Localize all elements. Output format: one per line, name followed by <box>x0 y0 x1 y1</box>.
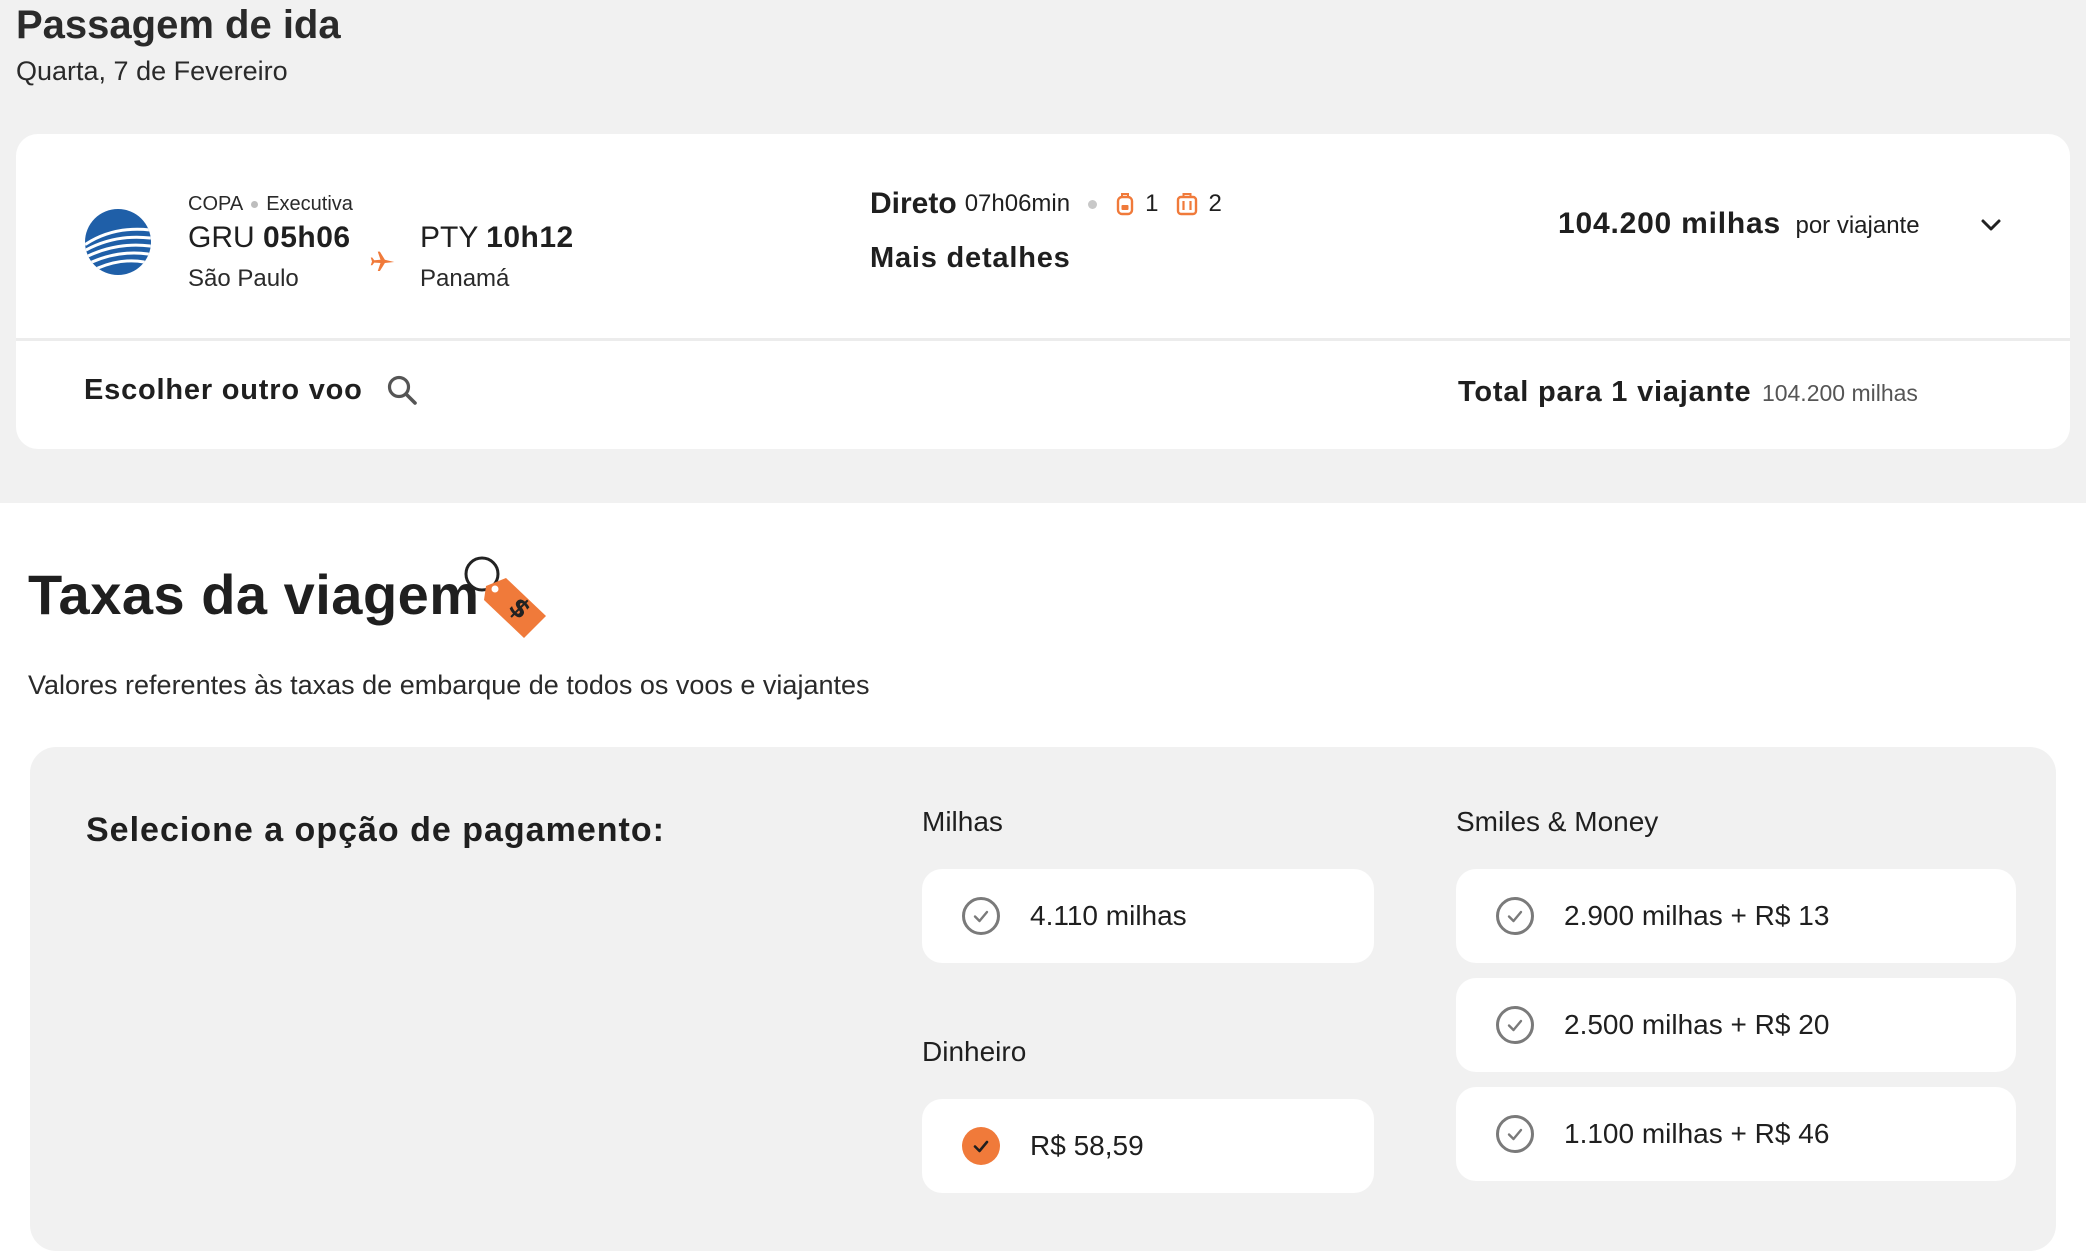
payment-option-label: 1.100 milhas + R$ 46 <box>1564 1118 1830 1149</box>
checked-bags-count: 2 <box>1208 190 1222 217</box>
departure-time: 05h06 <box>263 221 351 254</box>
miles-group-label: Milhas <box>922 806 1003 837</box>
payment-option-smiles-money-2[interactable]: 2.500 milhas + R$ 20 <box>1456 978 2016 1072</box>
payment-option-label: 2.500 milhas + R$ 20 <box>1564 1009 1830 1040</box>
unchecked-check-icon <box>1496 1006 1534 1044</box>
fees-description: Valores referentes às taxas de embarque … <box>28 670 870 700</box>
money-group-label: Dinheiro <box>922 1036 1027 1067</box>
flight-summary: Direto 07h06min 1 2 <box>870 186 1240 222</box>
total-label: Total para 1 viajante <box>1458 376 1752 408</box>
smiles-money-group-label: Smiles & Money <box>1456 806 1659 837</box>
more-details-link[interactable]: Mais detalhes <box>870 240 1071 276</box>
destination-segment: PTY 10h12 <box>420 220 574 256</box>
total-value: 104.200 milhas <box>1761 380 1918 406</box>
destination-code: PTY <box>420 221 478 254</box>
origin-city: São Paulo <box>188 265 299 292</box>
payment-options-panel: Selecione a opção de pagamento: Milhas 4… <box>30 747 2056 1251</box>
fees-title: Taxas da viagem <box>28 563 480 626</box>
stops-label: Direto <box>870 187 957 220</box>
backpack-icon <box>1116 193 1134 216</box>
suitcase-icon <box>1177 193 1198 216</box>
checked-check-icon <box>962 1127 1000 1165</box>
payment-option-label: 2.900 milhas + R$ 13 <box>1564 900 1830 931</box>
copa-airline-logo <box>85 209 151 275</box>
chevron-down-icon[interactable] <box>1974 208 2008 242</box>
price-unit: por viajante <box>1795 212 1920 239</box>
page-title: Passagem de ida <box>16 3 341 47</box>
airline-name: COPA <box>188 193 244 215</box>
origin-code: GRU <box>188 221 255 254</box>
payment-option-smiles-money-1[interactable]: 2.900 milhas + R$ 13 <box>1456 869 2016 963</box>
arrival-time: 10h12 <box>486 221 574 254</box>
search-icon <box>387 375 417 405</box>
separator-dot <box>251 201 259 209</box>
price-value: 104.200 milhas <box>1558 207 1782 240</box>
payment-option-label: 4.110 milhas <box>1030 900 1187 931</box>
choose-other-flight-button[interactable]: Escolher outro voo <box>84 372 419 408</box>
payment-option-smiles-money-3[interactable]: 1.100 milhas + R$ 46 <box>1456 1087 2016 1181</box>
price-per-traveler: 104.200 milhas por viajante <box>1558 204 1920 249</box>
carry-on-info: 1 <box>1115 186 1158 222</box>
cabin-class: Executiva <box>266 193 353 215</box>
separator-dot <box>1088 199 1098 209</box>
payment-option-money[interactable]: R$ 58,59 <box>922 1099 1374 1193</box>
choose-other-flight-label: Escolher outro voo <box>84 374 363 406</box>
flight-date: Quarta, 7 de Fevereiro <box>16 56 288 86</box>
total-price: Total para 1 viajante 104.200 milhas <box>1458 374 1918 415</box>
payment-prompt: Selecione a opção de pagamento: <box>86 811 665 849</box>
price-tag-icon: $ <box>464 556 546 638</box>
unchecked-check-icon <box>1496 897 1534 935</box>
origin-segment: GRU 05h06 <box>188 220 351 256</box>
card-divider <box>16 338 2070 341</box>
airline-info: COPA Executiva <box>188 192 353 216</box>
plane-icon <box>370 251 395 271</box>
destination-city: Panamá <box>420 265 510 292</box>
payment-option-miles[interactable]: 4.110 milhas <box>922 869 1374 963</box>
carry-on-count: 1 <box>1145 190 1159 217</box>
checked-bag-info: 2 <box>1176 186 1222 222</box>
duration: 07h06min <box>964 190 1071 217</box>
payment-option-label: R$ 58,59 <box>1030 1130 1144 1161</box>
unchecked-check-icon <box>1496 1115 1534 1153</box>
unchecked-check-icon <box>962 897 1000 935</box>
flight-card: COPA Executiva GRU 05h06 São Paulo PTY 10… <box>16 134 2070 449</box>
